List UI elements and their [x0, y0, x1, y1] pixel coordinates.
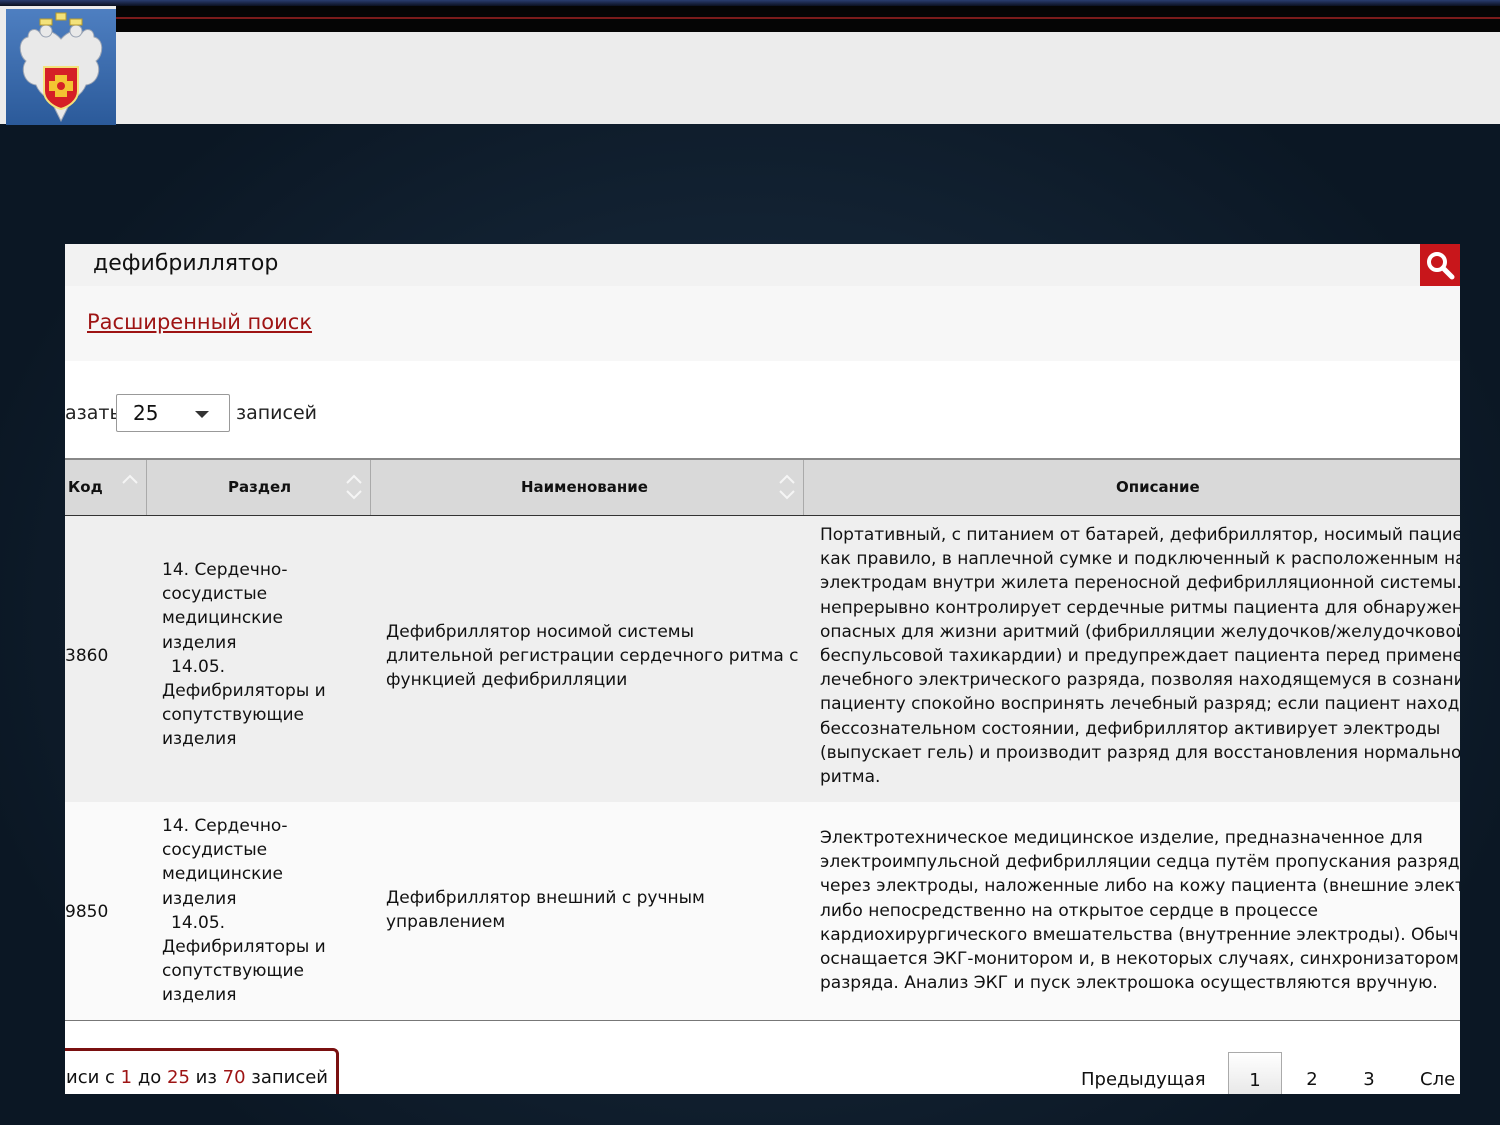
sort-arrows-icon — [779, 474, 795, 500]
search-bar: дефибриллятор — [65, 244, 1420, 287]
advanced-search-area: Расширенный поиск — [65, 286, 1460, 361]
search-icon — [1427, 252, 1455, 280]
cell-name: Дефибриллятор носимой системы длительной… — [386, 622, 799, 691]
table-info-text: иси с 1 до 25 из 70 записей — [66, 1067, 328, 1088]
column-header-section[interactable]: Раздел — [228, 460, 291, 515]
column-divider — [803, 460, 804, 515]
column-header-code[interactable]: Код — [68, 460, 103, 515]
column-header-description[interactable]: Описание — [1116, 460, 1200, 515]
page-length-control: азать 25 записей — [65, 394, 665, 434]
column-divider — [146, 460, 147, 515]
search-input[interactable]: дефибриллятор — [93, 248, 278, 280]
table-info: иси с 1 до 25 из 70 записей — [65, 1048, 339, 1094]
header-dark-strip — [116, 6, 1500, 32]
header-red-line — [116, 17, 1500, 19]
search-button[interactable] — [1420, 244, 1460, 286]
cell-name: Дефибриллятор внешний с ручным управлени… — [386, 888, 705, 933]
cell-description: Электротехническое медицинское изделие, … — [820, 828, 1460, 994]
cell-code: 9850 — [65, 902, 109, 922]
column-divider — [370, 460, 371, 515]
table-header: Код Раздел Наименование Описание — [65, 458, 1460, 518]
pagination-previous[interactable]: Предыдущая — [1081, 1052, 1206, 1094]
cell-section: 14. Сердечно- сосудистые медицинские изд… — [162, 816, 326, 1006]
sort-asc-icon — [122, 474, 138, 484]
cell-section: 14. Сердечно- сосудистые медицинские изд… — [162, 560, 326, 750]
table-row[interactable]: 3860 14. Сердечно- сосудистые медицински… — [65, 516, 1460, 802]
emblem-icon — [6, 9, 116, 125]
advanced-search-link[interactable]: Расширенный поиск — [87, 310, 312, 334]
page-length-value: 25 — [133, 401, 159, 425]
cell-code: 3860 — [65, 646, 109, 666]
column-header-name[interactable]: Наименование — [521, 460, 648, 515]
page-length-select[interactable]: 25 — [116, 394, 230, 432]
page-length-suffix: записей — [236, 402, 318, 424]
table-row[interactable]: 9850 14. Сердечно- сосудистые медицински… — [65, 802, 1460, 1021]
page-length-prefix: азать — [65, 402, 121, 424]
pagination-page-2[interactable]: 2 — [1286, 1052, 1338, 1094]
pagination-page-1[interactable]: 1 — [1228, 1052, 1282, 1094]
cell-description: Портативный, с питанием от батарей, дефи… — [820, 525, 1460, 788]
chevron-down-icon — [195, 411, 209, 418]
pagination-next[interactable]: Сле — [1420, 1052, 1455, 1094]
search-panel: дефибриллятор Расширенный поиск азать 25… — [65, 244, 1460, 1094]
sort-arrows-icon — [346, 474, 362, 500]
pagination-page-3[interactable]: 3 — [1343, 1052, 1395, 1094]
